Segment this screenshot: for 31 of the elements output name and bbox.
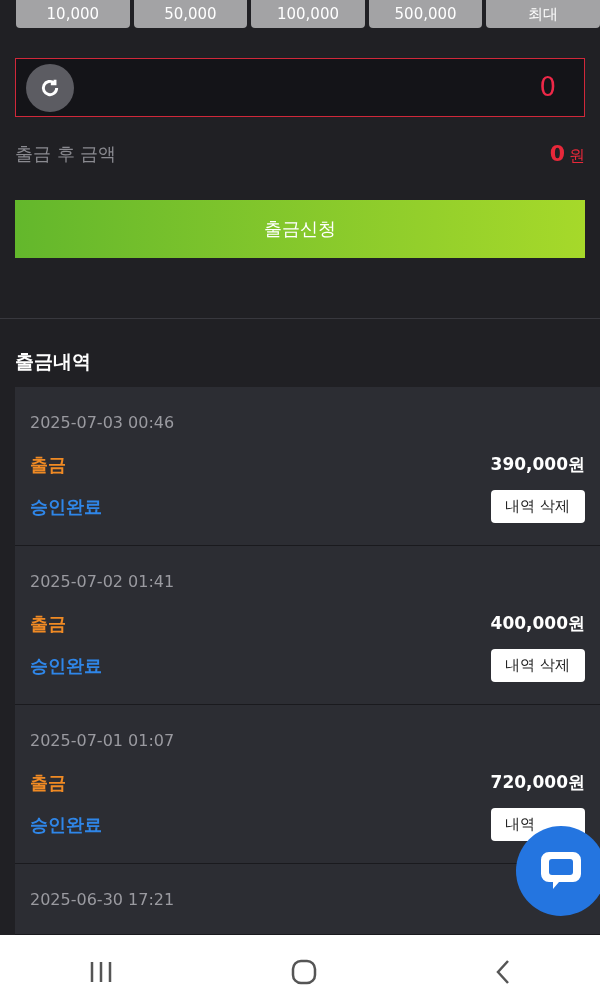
amount-field[interactable]: 0 [15,58,585,118]
approval-status: 승인완료 [30,813,102,837]
amount-button[interactable]: 10,000 [16,0,130,28]
transaction-amount: 390,000원 [490,452,585,476]
back-icon[interactable] [495,958,511,985]
history-date: 2025-07-02 01:41 [30,571,176,593]
after-balance-value: 0 [549,140,565,169]
after-balance-label: 출금 후 금액 [15,142,117,167]
amount-button[interactable]: 500,000 [368,0,483,28]
amount-value: 0 [539,71,556,105]
transaction-type: 출금 [30,453,66,477]
amount-button[interactable]: 최대 [486,0,600,28]
approval-status: 승인완료 [30,495,102,519]
transaction-type: 출금 [30,612,66,636]
delete-history-button[interactable]: 내역 삭제 [491,649,585,682]
history-date: 2025-06-30 17:21 [30,889,176,911]
transaction-amount: 720,000원 [490,770,585,794]
history-date: 2025-07-03 00:46 [30,412,176,434]
history-title: 출금내역 [14,348,92,374]
amount-button[interactable]: 100,000 [251,0,365,28]
currency-unit: 원 [569,145,585,168]
amount-button[interactable]: 50,000 [133,0,248,28]
transaction-type: 출금 [30,771,66,795]
withdraw-button[interactable]: 출금신청 [15,200,585,258]
home-icon[interactable] [291,958,317,985]
history-date: 2025-07-01 01:07 [30,730,176,752]
transaction-amount: 400,000원 [490,611,585,635]
recent-apps-icon[interactable] [89,960,113,983]
reset-icon[interactable] [26,63,74,112]
delete-history-button[interactable]: 내역 삭제 [491,490,585,523]
approval-status: 승인완료 [30,654,102,678]
